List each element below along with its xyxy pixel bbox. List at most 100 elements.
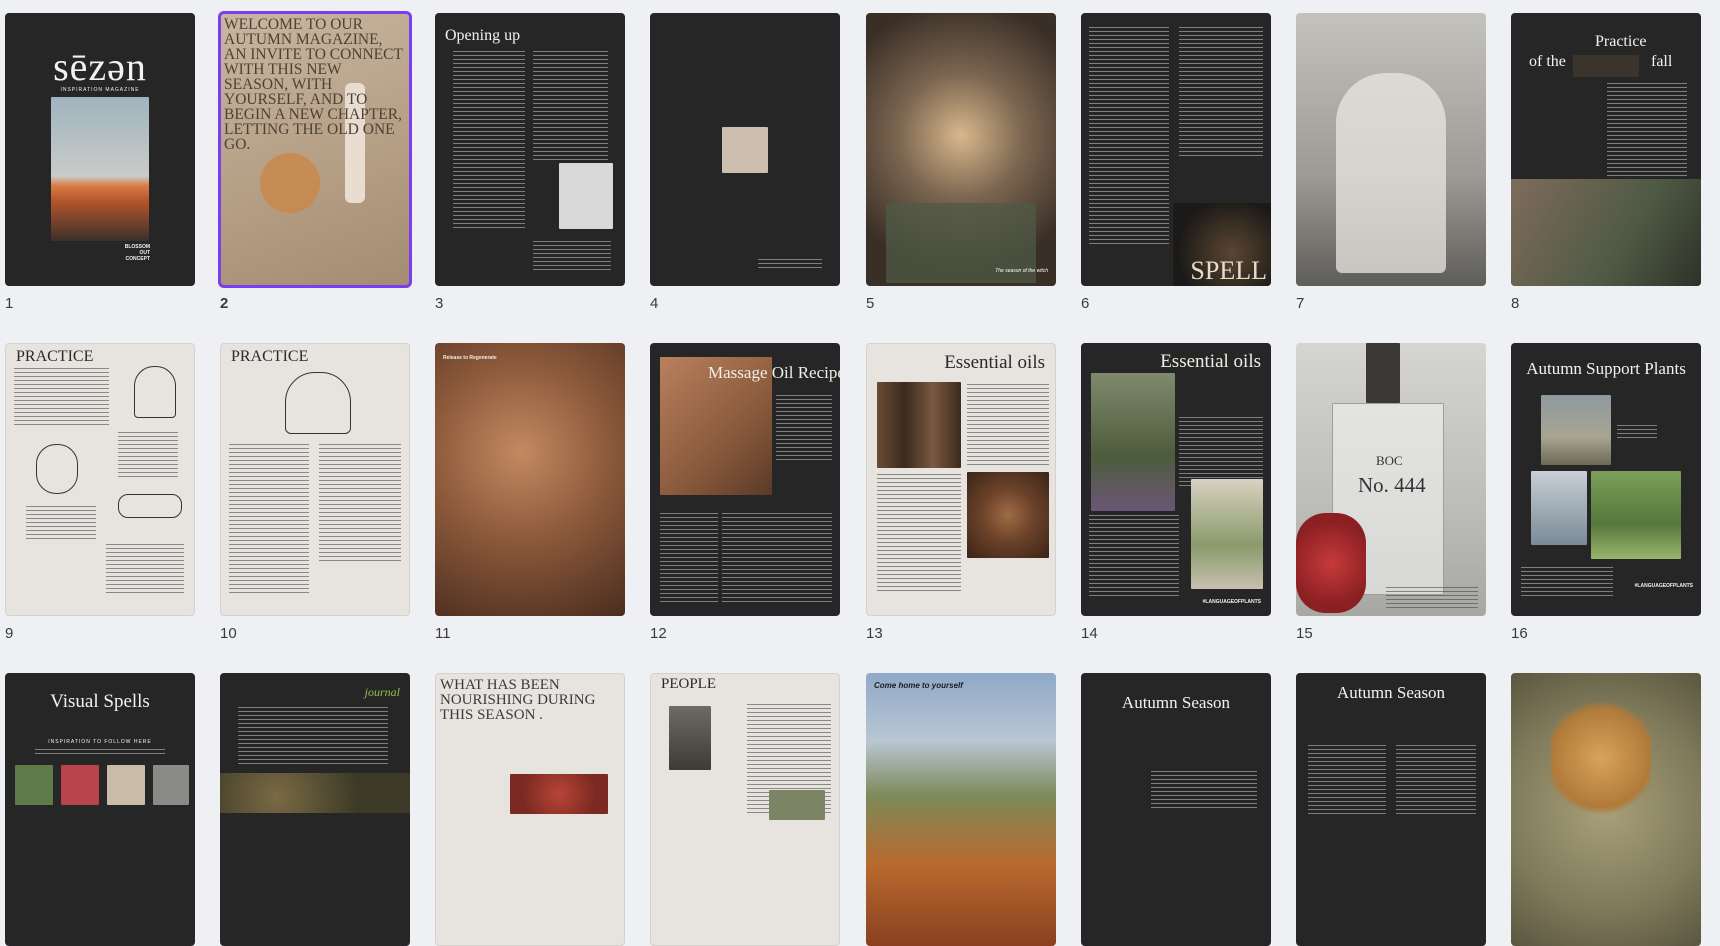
page-title: WHAT HAS BEEN NOURISHING DURING THIS SEA… xyxy=(440,677,596,723)
body-text-column xyxy=(229,444,309,594)
page-thumbnail-18[interactable]: journal xyxy=(220,673,410,946)
portrait-photo xyxy=(769,790,825,820)
page-thumbnail-21[interactable]: Come home to yourself xyxy=(866,673,1056,946)
welcome-headline: WELCOME TO OUR AUTUMN MAGAZINE, AN INVIT… xyxy=(224,16,403,153)
body-text-column xyxy=(453,51,525,231)
page-thumbnail-11[interactable]: Release to Regenerate xyxy=(435,343,625,616)
author-portrait xyxy=(559,163,613,229)
body-text-column xyxy=(14,368,109,428)
dried-flower-image xyxy=(260,153,320,213)
page-thumbnail-7[interactable] xyxy=(1296,13,1486,286)
page-title: PEOPLE xyxy=(661,676,717,692)
caption-text xyxy=(758,259,822,269)
page-thumbnail-3[interactable]: Opening up xyxy=(435,13,625,286)
page-number: 10 xyxy=(220,625,237,642)
page-number: 4 xyxy=(650,295,659,312)
apples-photo xyxy=(510,774,608,814)
cover-tagline: BLOSSOM OUT CONCEPT xyxy=(124,244,150,262)
page-number: 14 xyxy=(1081,625,1098,642)
visual-photo xyxy=(15,765,53,805)
bottle-label: No. 444 xyxy=(1358,473,1426,497)
body-text-column xyxy=(967,384,1049,468)
page-thumbnail-5[interactable]: The season of the witch xyxy=(866,13,1056,286)
page-thumbnail-12[interactable]: Massage Oil Recipe xyxy=(650,343,840,616)
inset-photo xyxy=(1573,55,1639,77)
page-number: 11 xyxy=(435,625,451,642)
page-thumbnail-24[interactable] xyxy=(1511,673,1701,946)
page-thumbnail-23[interactable]: Autumn Season xyxy=(1296,673,1486,946)
photo-caption: The season of the witch xyxy=(995,268,1048,274)
yoga-sketch xyxy=(36,444,78,494)
body-text-column xyxy=(533,241,611,271)
photo-caption: Come home to yourself xyxy=(874,681,963,690)
hashtag: #LANGUAGEOFPLANTS xyxy=(1634,583,1693,589)
page-thumbnail-22[interactable]: Autumn Season xyxy=(1081,673,1271,946)
hashtag: #LANGUAGEOFPLANTS xyxy=(1202,599,1261,605)
page-number: 15 xyxy=(1296,625,1313,642)
journal-prompts xyxy=(238,707,388,767)
caption-text xyxy=(1386,587,1478,609)
page-thumbnail-8[interactable]: Practice of the fall xyxy=(1511,13,1701,286)
body-text-column xyxy=(776,395,832,461)
page-title: Opening up xyxy=(445,27,521,44)
page-title: Autumn Season xyxy=(1121,693,1231,712)
wood-slice-photo xyxy=(967,472,1049,558)
cover-landscape-image xyxy=(51,97,149,241)
body-text-column xyxy=(1089,515,1179,597)
body-text-column xyxy=(1179,27,1263,157)
willow-photo xyxy=(1591,471,1681,559)
spell-word: SPELL xyxy=(1190,256,1267,285)
page-title: Massage Oil Recipe xyxy=(708,363,840,382)
page-thumbnail-2[interactable]: WELCOME TO OUR AUTUMN MAGAZINE, AN INVIT… xyxy=(218,11,412,288)
magazine-subtitle: INSPIRATION MAGAZINE xyxy=(60,87,140,93)
page-thumbnail-10[interactable]: PRACTICE xyxy=(220,343,410,616)
rosemary-photo xyxy=(1191,479,1263,589)
body-text-column xyxy=(1607,83,1687,183)
body-text-column xyxy=(1396,745,1476,815)
page-title: Essential oils xyxy=(944,352,1045,373)
body-text-column xyxy=(1521,567,1613,597)
body-text-column xyxy=(660,513,718,603)
body-text-column xyxy=(1179,417,1263,487)
page-thumbnail-9[interactable]: PRACTICE xyxy=(5,343,195,616)
plant-photo xyxy=(1531,471,1587,545)
page-thumbnail-16[interactable]: Autumn Support Plants #LANGUAGEOFPLANTS xyxy=(1511,343,1701,616)
visual-photo xyxy=(153,765,189,805)
page-number: 13 xyxy=(866,625,883,642)
page-title: Practice xyxy=(1595,33,1647,50)
page-thumbnail-1[interactable]: sēzən INSPIRATION MAGAZINE BLOSSOM OUT C… xyxy=(5,13,195,286)
body-text xyxy=(35,749,165,757)
bark-photo xyxy=(877,382,961,468)
page-title: Visual Spells xyxy=(50,691,150,712)
page-title: PRACTICE xyxy=(16,348,94,365)
page-subtitle: INSPIRATION TO FOLLOW HERE xyxy=(48,739,152,745)
page-thumbnail-15[interactable]: BOC No. 444 xyxy=(1296,343,1486,616)
pomegranate-photo xyxy=(1296,513,1366,613)
page-title-part: fall xyxy=(1651,53,1673,70)
woman-photo xyxy=(1511,179,1701,286)
yoga-sketch xyxy=(118,494,182,518)
page-title: journal xyxy=(364,685,400,699)
page-title: Autumn Support Plants xyxy=(1526,359,1686,378)
page-number: 8 xyxy=(1511,295,1520,312)
bottle-cap xyxy=(1366,343,1400,403)
page-number: 5 xyxy=(866,295,875,312)
page-title-part: of the xyxy=(1529,53,1566,70)
page-thumbnail-19[interactable]: WHAT HAS BEEN NOURISHING DURING THIS SEA… xyxy=(435,673,625,946)
page-thumbnail-17[interactable]: Visual Spells INSPIRATION TO FOLLOW HERE xyxy=(5,673,195,946)
body-text-column xyxy=(319,444,401,564)
page-number: 9 xyxy=(5,625,14,642)
page-number: 16 xyxy=(1511,625,1528,642)
body-text-column xyxy=(1089,27,1169,245)
page-thumbnail-6[interactable]: SPELL xyxy=(1081,13,1271,286)
page-number: 2 xyxy=(220,295,229,312)
photo-caption: Release to Regenerate xyxy=(443,355,497,361)
page-thumbnail-14[interactable]: Essential oils #LANGUAGEOFPLANTS xyxy=(1081,343,1271,616)
body-text-column xyxy=(877,474,961,594)
page-thumbnail-20[interactable]: PEOPLE xyxy=(650,673,840,946)
body-text-column xyxy=(1308,745,1386,815)
portrait-photo xyxy=(669,706,711,770)
page-thumbnail-13[interactable]: Essential oils xyxy=(866,343,1056,616)
page-title: Autumn Season xyxy=(1336,683,1446,702)
page-thumbnail-4[interactable] xyxy=(650,13,840,286)
